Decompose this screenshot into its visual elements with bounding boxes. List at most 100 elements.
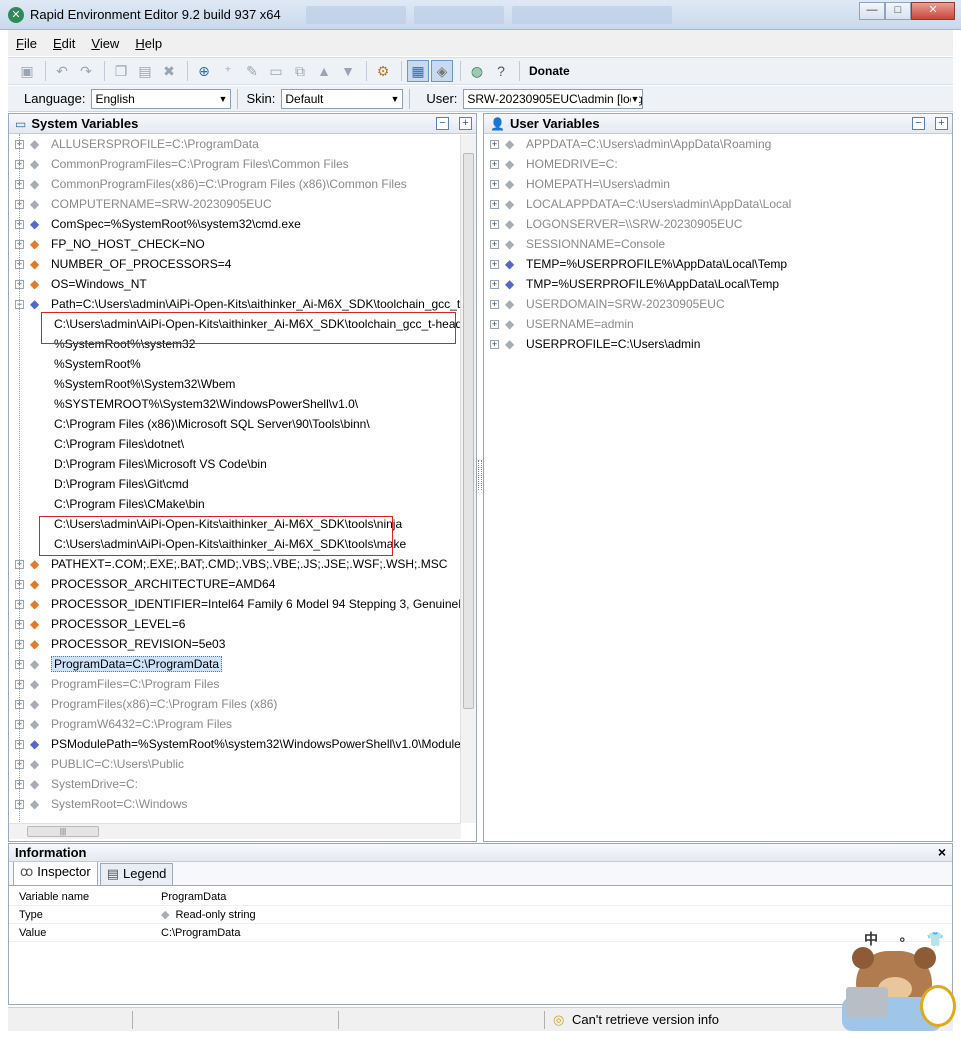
- variable-row[interactable]: + ◆ CommonProgramFiles=C:\Program Files\Co…: [9, 154, 476, 174]
- menu-edit[interactable]: Edit: [45, 36, 83, 51]
- close-icon[interactable]: ×: [938, 844, 946, 861]
- variable-row[interactable]: + ◆ ProgramFiles(x86)=C:\Program Files (x8…: [9, 694, 476, 714]
- legend-icon: ▤: [106, 866, 120, 881]
- variable-row[interactable]: + ◆ ComSpec=%SystemRoot%\system32\cmd.exe: [9, 214, 476, 234]
- menu-view[interactable]: View: [83, 36, 127, 51]
- path-value-row[interactable]: %SYSTEMROOT%\System32\WindowsPowerShell\…: [9, 394, 476, 414]
- ime-indicator[interactable]: 中 ∘ 👕: [864, 929, 952, 949]
- expand-icon[interactable]: +: [490, 219, 499, 229]
- move-down-icon[interactable]: ▼: [337, 60, 359, 82]
- expand-icon[interactable]: +: [490, 239, 499, 249]
- variable-row[interactable]: + ◆ PROCESSOR_IDENTIFIER=Intel64 Family 6 …: [9, 594, 476, 614]
- menu-file[interactable]: File: [8, 36, 45, 51]
- variable-row[interactable]: + ◆ ALLUSERSPROFILE=C:\ProgramData: [9, 134, 476, 154]
- variable-row[interactable]: + ◆ ProgramW6432=C:\Program Files: [9, 714, 476, 734]
- path-value-row[interactable]: %SystemRoot%\System32\Wbem: [9, 374, 476, 394]
- variable-row[interactable]: + ◆ APPDATA=C:\Users\admin\AppData\Roaming: [484, 134, 952, 154]
- variable-row[interactable]: + ◆ ProgramData=C:\ProgramData: [9, 654, 476, 674]
- path-value-row[interactable]: %SystemRoot%: [9, 354, 476, 374]
- expand-icon[interactable]: +: [490, 319, 499, 329]
- expand-icon[interactable]: +: [490, 299, 499, 309]
- variable-row[interactable]: + ◆ OS=Windows_NT: [9, 274, 476, 294]
- variable-row[interactable]: + ◆ SESSIONNAME=Console: [484, 234, 952, 254]
- variable-row[interactable]: + ◆ PROCESSOR_REVISION=5e03: [9, 634, 476, 654]
- panel-splitter[interactable]: [478, 460, 482, 490]
- expand-all-button[interactable]: +: [935, 117, 948, 130]
- variable-row[interactable]: + ◆ FP_NO_HOST_CHECK=NO: [9, 234, 476, 254]
- variable-row[interactable]: + ◆ USERPROFILE=C:\Users\admin: [484, 334, 952, 354]
- menu-help[interactable]: Help: [127, 36, 170, 51]
- desktop-pet-widget[interactable]: 中 ∘ 👕: [842, 925, 957, 1035]
- add-variable-icon[interactable]: ⊕: [193, 60, 215, 82]
- variable-row[interactable]: + ◆ CommonProgramFiles(x86)=C:\Program Fil…: [9, 174, 476, 194]
- variable-row[interactable]: + ◆ SystemRoot=C:\Windows: [9, 794, 476, 814]
- expand-all-button[interactable]: +: [459, 117, 472, 130]
- path-value-row[interactable]: C:\Users\admin\AiPi-Open-Kits\aithinker_…: [9, 314, 476, 334]
- language-select[interactable]: English ▼: [91, 88, 232, 109]
- refresh-icon[interactable]: ◍: [466, 60, 488, 82]
- path-value-row[interactable]: C:\Users\admin\AiPi-Open-Kits\aithinker_…: [9, 534, 476, 554]
- variable-row[interactable]: + ◆ PSModulePath=%SystemRoot%\system32\Win…: [9, 734, 476, 754]
- redo-icon[interactable]: ↷: [75, 60, 97, 82]
- variable-row[interactable]: + ◆ SystemDrive=C:: [9, 774, 476, 794]
- path-value-row[interactable]: C:\Users\admin\AiPi-Open-Kits\aithinker_…: [9, 514, 476, 534]
- variable-row[interactable]: − ◆ Path=C:\Users\admin\AiPi-Open-Kits\ait…: [9, 294, 476, 314]
- minimize-button[interactable]: —: [859, 2, 885, 20]
- path-value-row[interactable]: D:\Program Files\Git\cmd: [9, 474, 476, 494]
- close-button[interactable]: ✕: [911, 2, 955, 20]
- maximize-button[interactable]: □: [885, 2, 911, 20]
- donate-button[interactable]: Donate: [529, 64, 570, 78]
- expand-icon[interactable]: +: [490, 159, 499, 169]
- variable-row[interactable]: + ◆ NUMBER_OF_PROCESSORS=4: [9, 254, 476, 274]
- view-mode-icon[interactable]: ▦: [407, 60, 429, 82]
- tag-view-icon[interactable]: ◈: [431, 60, 453, 82]
- variable-row[interactable]: + ◆ HOMEPATH=\Users\admin: [484, 174, 952, 194]
- variable-row[interactable]: + ◆ COMPUTERNAME=SRW-20230905EUC: [9, 194, 476, 214]
- variable-row[interactable]: + ◆ PUBLIC=C:\Users\Public: [9, 754, 476, 774]
- variable-row[interactable]: + ◆ TMP=%USERPROFILE%\AppData\Local\Temp: [484, 274, 952, 294]
- expand-icon[interactable]: +: [490, 139, 499, 149]
- horizontal-scrollbar[interactable]: |||: [9, 823, 461, 839]
- move-up-icon[interactable]: ▲: [313, 60, 335, 82]
- scroll-thumb[interactable]: |||: [27, 826, 99, 837]
- vertical-scrollbar[interactable]: [460, 135, 476, 823]
- delete-icon[interactable]: ✖: [158, 60, 180, 82]
- help-icon[interactable]: ?: [490, 60, 512, 82]
- variable-row[interactable]: + ◆ USERNAME=admin: [484, 314, 952, 334]
- path-value-row[interactable]: D:\Program Files\Microsoft VS Code\bin: [9, 454, 476, 474]
- collapse-all-button[interactable]: −: [436, 117, 449, 130]
- variable-row[interactable]: + ◆ PROCESSOR_ARCHITECTURE=AMD64: [9, 574, 476, 594]
- user-select[interactable]: SRW-20230905EUC\admin [logg ▼: [463, 88, 644, 109]
- expand-icon[interactable]: +: [490, 199, 499, 209]
- save-icon[interactable]: ▣: [16, 60, 38, 82]
- skin-select[interactable]: Default ▼: [281, 88, 404, 109]
- add-value-icon[interactable]: ⁺: [217, 60, 239, 82]
- variable-row[interactable]: + ◆ HOMEDRIVE=C:: [484, 154, 952, 174]
- path-value-row[interactable]: C:\Program Files (x86)\Microsoft SQL Ser…: [9, 414, 476, 434]
- paste-icon[interactable]: ▤: [134, 60, 156, 82]
- expand-icon[interactable]: +: [490, 339, 499, 349]
- scroll-thumb[interactable]: [463, 153, 474, 709]
- tags-icon[interactable]: ⧉: [289, 60, 311, 82]
- expand-icon[interactable]: +: [490, 179, 499, 189]
- expand-icon[interactable]: +: [490, 259, 499, 269]
- variable-row[interactable]: + ◆ LOGONSERVER=\\SRW-20230905EUC: [484, 214, 952, 234]
- path-value-row[interactable]: C:\Program Files\CMake\bin: [9, 494, 476, 514]
- edit-icon[interactable]: ✎: [241, 60, 263, 82]
- folder-icon[interactable]: ▭: [265, 60, 287, 82]
- undo-icon[interactable]: ↶: [51, 60, 73, 82]
- copy-icon[interactable]: ❐: [110, 60, 132, 82]
- variable-row[interactable]: + ◆ LOCALAPPDATA=C:\Users\admin\AppData\Lo…: [484, 194, 952, 214]
- collapse-all-button[interactable]: −: [912, 117, 925, 130]
- path-value-row[interactable]: C:\Program Files\dotnet\: [9, 434, 476, 454]
- variable-row[interactable]: + ◆ PATHEXT=.COM;.EXE;.BAT;.CMD;.VBS;.VBE;…: [9, 554, 476, 574]
- variable-row[interactable]: + ◆ PROCESSOR_LEVEL=6: [9, 614, 476, 634]
- variable-row[interactable]: + ◆ TEMP=%USERPROFILE%\AppData\Local\Temp: [484, 254, 952, 274]
- settings-icon[interactable]: ⚙: [372, 60, 394, 82]
- expand-icon[interactable]: +: [490, 279, 499, 289]
- path-value-row[interactable]: %SystemRoot%\system32: [9, 334, 476, 354]
- tab-inspector[interactable]: ꝏ Inspector: [13, 861, 98, 885]
- tab-legend[interactable]: ▤ Legend: [99, 863, 174, 885]
- variable-row[interactable]: + ◆ ProgramFiles=C:\Program Files: [9, 674, 476, 694]
- variable-row[interactable]: + ◆ USERDOMAIN=SRW-20230905EUC: [484, 294, 952, 314]
